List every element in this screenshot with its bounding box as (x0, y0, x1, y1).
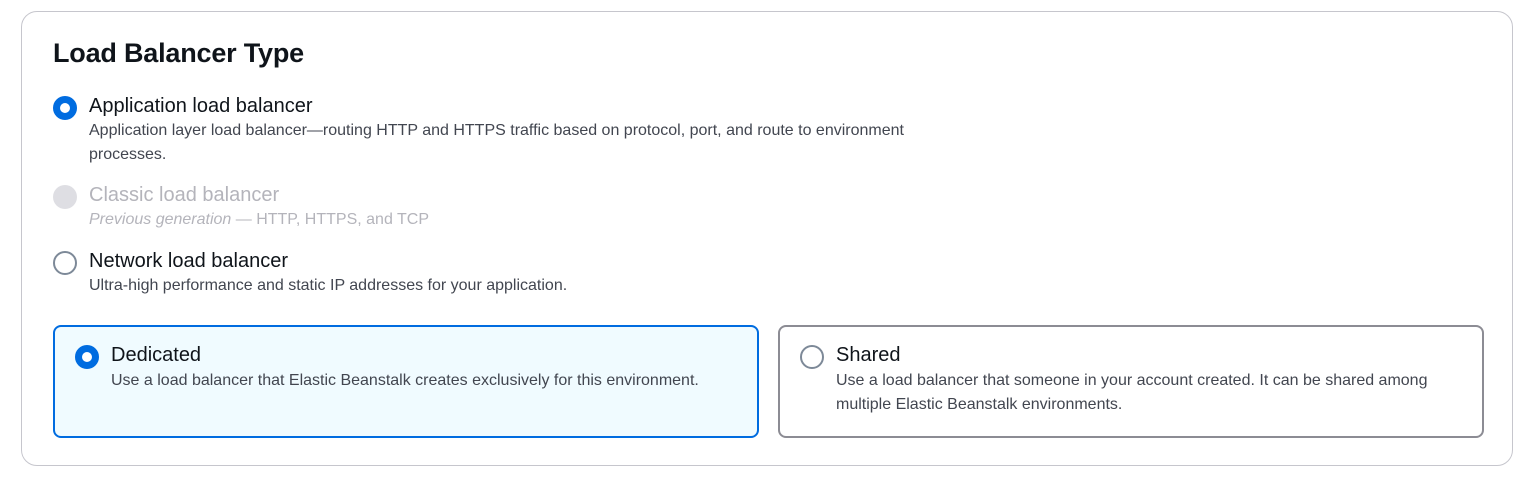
option-description: Application layer load balancer—routing … (89, 122, 904, 163)
card-dedicated[interactable]: Dedicated Use a load balancer that Elast… (53, 325, 759, 438)
card-label: Dedicated (111, 344, 202, 366)
radio-unchecked-icon[interactable] (800, 345, 824, 369)
option-description: Ultra-high performance and static IP add… (89, 277, 568, 294)
radio-disabled-icon (53, 185, 77, 209)
option-label: Classic load balancer (89, 184, 280, 206)
card-label: Shared (836, 344, 901, 366)
radio-checked-icon[interactable] (53, 96, 77, 120)
card-shared[interactable]: Shared Use a load balancer that someone … (778, 325, 1484, 438)
option-label: Application load balancer (89, 95, 313, 117)
load-balancer-type-panel: Load Balancer Type Application load bala… (21, 11, 1513, 466)
radio-unchecked-icon[interactable] (53, 251, 77, 275)
option-description-italic: Previous generation (89, 211, 232, 228)
card-description: Use a load balancer that Elastic Beansta… (111, 372, 699, 389)
section-title: Load Balancer Type (53, 38, 304, 68)
card-description: Use a load balancer that someone in your… (836, 372, 1428, 413)
option-description-rest: — HTTP, HTTPS, and TCP (231, 211, 429, 228)
radio-checked-icon[interactable] (75, 345, 99, 369)
option-label: Network load balancer (89, 250, 288, 272)
option-description: Previous generation — HTTP, HTTPS, and T… (89, 208, 969, 232)
